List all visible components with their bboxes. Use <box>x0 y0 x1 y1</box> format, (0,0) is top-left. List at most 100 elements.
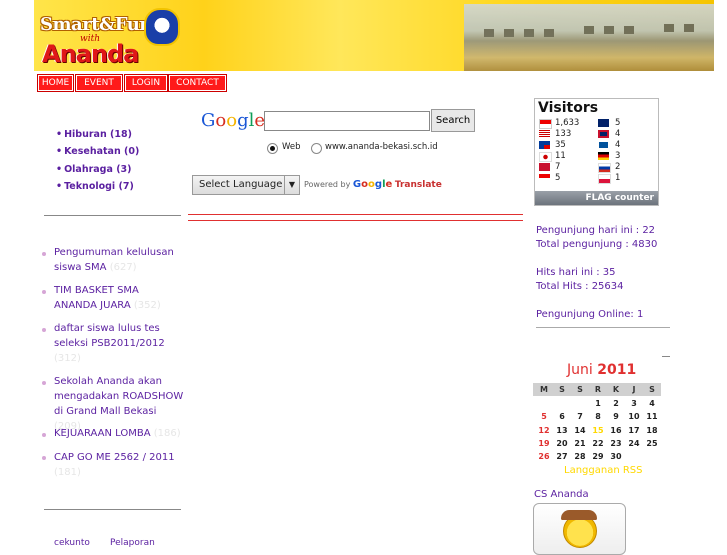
radio-web[interactable] <box>267 143 278 154</box>
list-bullet <box>42 381 46 385</box>
header-banner: Smart&Fun with Ananda <box>34 0 714 71</box>
post-link-4[interactable]: Sekolah Ananda akan mengadakan ROADSHOW … <box>54 374 184 434</box>
calendar-day[interactable]: 22 <box>589 439 607 448</box>
visitor-count: 1,633 <box>555 118 580 128</box>
nav-event-button[interactable]: EVENT <box>76 75 122 91</box>
calendar-day[interactable]: 13 <box>553 426 571 435</box>
nav-contact-button[interactable]: CONTACT <box>169 75 226 91</box>
visitor-count: 7 <box>555 162 561 172</box>
calendar-day[interactable]: 2 <box>607 399 625 408</box>
calendar-day[interactable]: 4 <box>643 399 661 408</box>
school-building-image <box>464 4 714 71</box>
list-bullet <box>42 290 46 294</box>
visitor-count: 5 <box>615 118 621 128</box>
post-link-3[interactable]: daftar siswa lulus tes seleksi PSB2011/2… <box>54 321 184 366</box>
calendar-day[interactable]: 6 <box>553 412 571 421</box>
calendar-day[interactable]: 28 <box>571 452 589 461</box>
search-button[interactable]: Search <box>431 109 475 132</box>
calendar-title: Juni 2011 <box>567 362 637 378</box>
tw-flag-icon <box>539 141 550 149</box>
calendar-day[interactable]: 24 <box>625 439 643 448</box>
radio-site[interactable] <box>311 143 322 154</box>
divider <box>536 327 670 328</box>
calendar-day[interactable]: 19 <box>535 439 553 448</box>
chevron-down-icon: ▼ <box>284 176 299 194</box>
calendar-day[interactable]: 29 <box>589 452 607 461</box>
calendar-weekday-header: K <box>612 385 620 394</box>
collapse-icon[interactable] <box>662 356 670 357</box>
post-link-1[interactable]: Pengumuman kelulusan siswa SMA (627) <box>54 245 184 275</box>
calendar-day[interactable]: 11 <box>643 412 661 421</box>
calendar-day[interactable]: 10 <box>625 412 643 421</box>
flag-counter-footer: FLAG counter <box>535 191 658 205</box>
calendar-weekday-header: S <box>577 385 583 394</box>
visitors-title: Visitors <box>538 100 599 116</box>
radio-web-label: Web <box>282 142 301 152</box>
calendar-day[interactable]: 26 <box>535 452 553 461</box>
visitor-count: 35 <box>555 140 566 150</box>
list-bullet <box>42 328 46 332</box>
calendar-day[interactable]: 23 <box>607 439 625 448</box>
post-link-5[interactable]: KEJUARAAN LOMBA (186) <box>54 426 184 441</box>
flag-counter-widget[interactable]: Visitors 1,633 133 35 11 7 5 5 4 4 3 2 1… <box>534 98 659 206</box>
sg-flag-icon <box>539 174 550 182</box>
calendar-day[interactable]: 8 <box>589 412 607 421</box>
divider <box>44 509 181 510</box>
nav-home-button[interactable]: HOME <box>38 75 73 91</box>
school-crest-icon <box>144 8 180 46</box>
calendar-weekday-header: S <box>649 385 655 394</box>
stat-online: Pengunjung Online: 1 <box>536 309 644 320</box>
calendar-day[interactable]: 15 <box>589 426 607 435</box>
visitor-count: 5 <box>555 173 561 183</box>
calendar-day[interactable]: 17 <box>625 426 643 435</box>
calendar-day[interactable]: 18 <box>643 426 661 435</box>
calendar-day[interactable]: 7 <box>571 412 589 421</box>
visitor-count: 2 <box>615 162 621 172</box>
calendar-day[interactable]: 21 <box>571 439 589 448</box>
calendar-day[interactable]: 9 <box>607 412 625 421</box>
calendar-day[interactable]: 27 <box>553 452 571 461</box>
calendar-day[interactable]: 3 <box>625 399 643 408</box>
divider <box>188 220 523 221</box>
category-kesehatan[interactable]: Kesehatan (0) <box>56 146 139 157</box>
category-teknologi[interactable]: Teknologi (7) <box>56 181 134 192</box>
calendar-day[interactable]: 5 <box>535 412 553 421</box>
calendar-day[interactable]: 12 <box>535 426 553 435</box>
category-olahraga[interactable]: Olahraga (3) <box>56 164 131 175</box>
nav-login-button[interactable]: LOGIN <box>125 75 167 91</box>
calendar-day[interactable]: 30 <box>607 452 625 461</box>
gb-flag-icon <box>598 130 609 138</box>
hat-icon <box>561 510 597 520</box>
id-flag-icon <box>539 119 552 129</box>
us-flag-icon <box>539 130 550 138</box>
calendar-day[interactable]: 16 <box>607 426 625 435</box>
google-logo: Google <box>201 110 266 131</box>
list-bullet <box>42 252 46 256</box>
powered-by-text: Powered by Google Translate <box>304 179 442 190</box>
calendar-day[interactable]: 20 <box>553 439 571 448</box>
calendar-day[interactable]: 25 <box>643 439 661 448</box>
stat-total-visitors: Total pengunjung : 4830 <box>536 239 658 250</box>
category-hiburan[interactable]: Hiburan (18) <box>56 129 132 140</box>
visitor-count: 133 <box>555 129 572 139</box>
list-bullet <box>42 433 46 437</box>
calendar-day[interactable]: 1 <box>589 399 607 408</box>
ru-flag-icon <box>598 163 611 173</box>
stat-hits-today: Hits hari ini : 35 <box>536 267 616 278</box>
translate-link[interactable]: Translate <box>395 180 442 190</box>
link-cekunto[interactable]: cekunto <box>54 538 90 548</box>
search-input[interactable] <box>264 111 430 131</box>
calendar-day[interactable]: 14 <box>571 426 589 435</box>
rss-subscribe-link[interactable]: Langganan RSS <box>564 465 643 476</box>
language-select[interactable]: Select Language ▼ <box>192 175 300 195</box>
is-flag-icon <box>598 141 609 149</box>
link-pelaporan[interactable]: Pelaporan <box>110 538 155 548</box>
cs-chat-box[interactable] <box>533 503 626 555</box>
calendar-weekday-header: J <box>632 385 636 394</box>
visitor-count: 3 <box>615 151 621 161</box>
list-bullet <box>42 456 46 460</box>
post-link-6[interactable]: CAP GO ME 2562 / 2011 (181) <box>54 450 184 480</box>
post-link-2[interactable]: TIM BASKET SMA ANANDA JUARA (352) <box>54 283 184 313</box>
stat-today-visitors: Pengunjung hari ini : 22 <box>536 225 656 236</box>
calendar-weekday-header: S <box>559 385 565 394</box>
